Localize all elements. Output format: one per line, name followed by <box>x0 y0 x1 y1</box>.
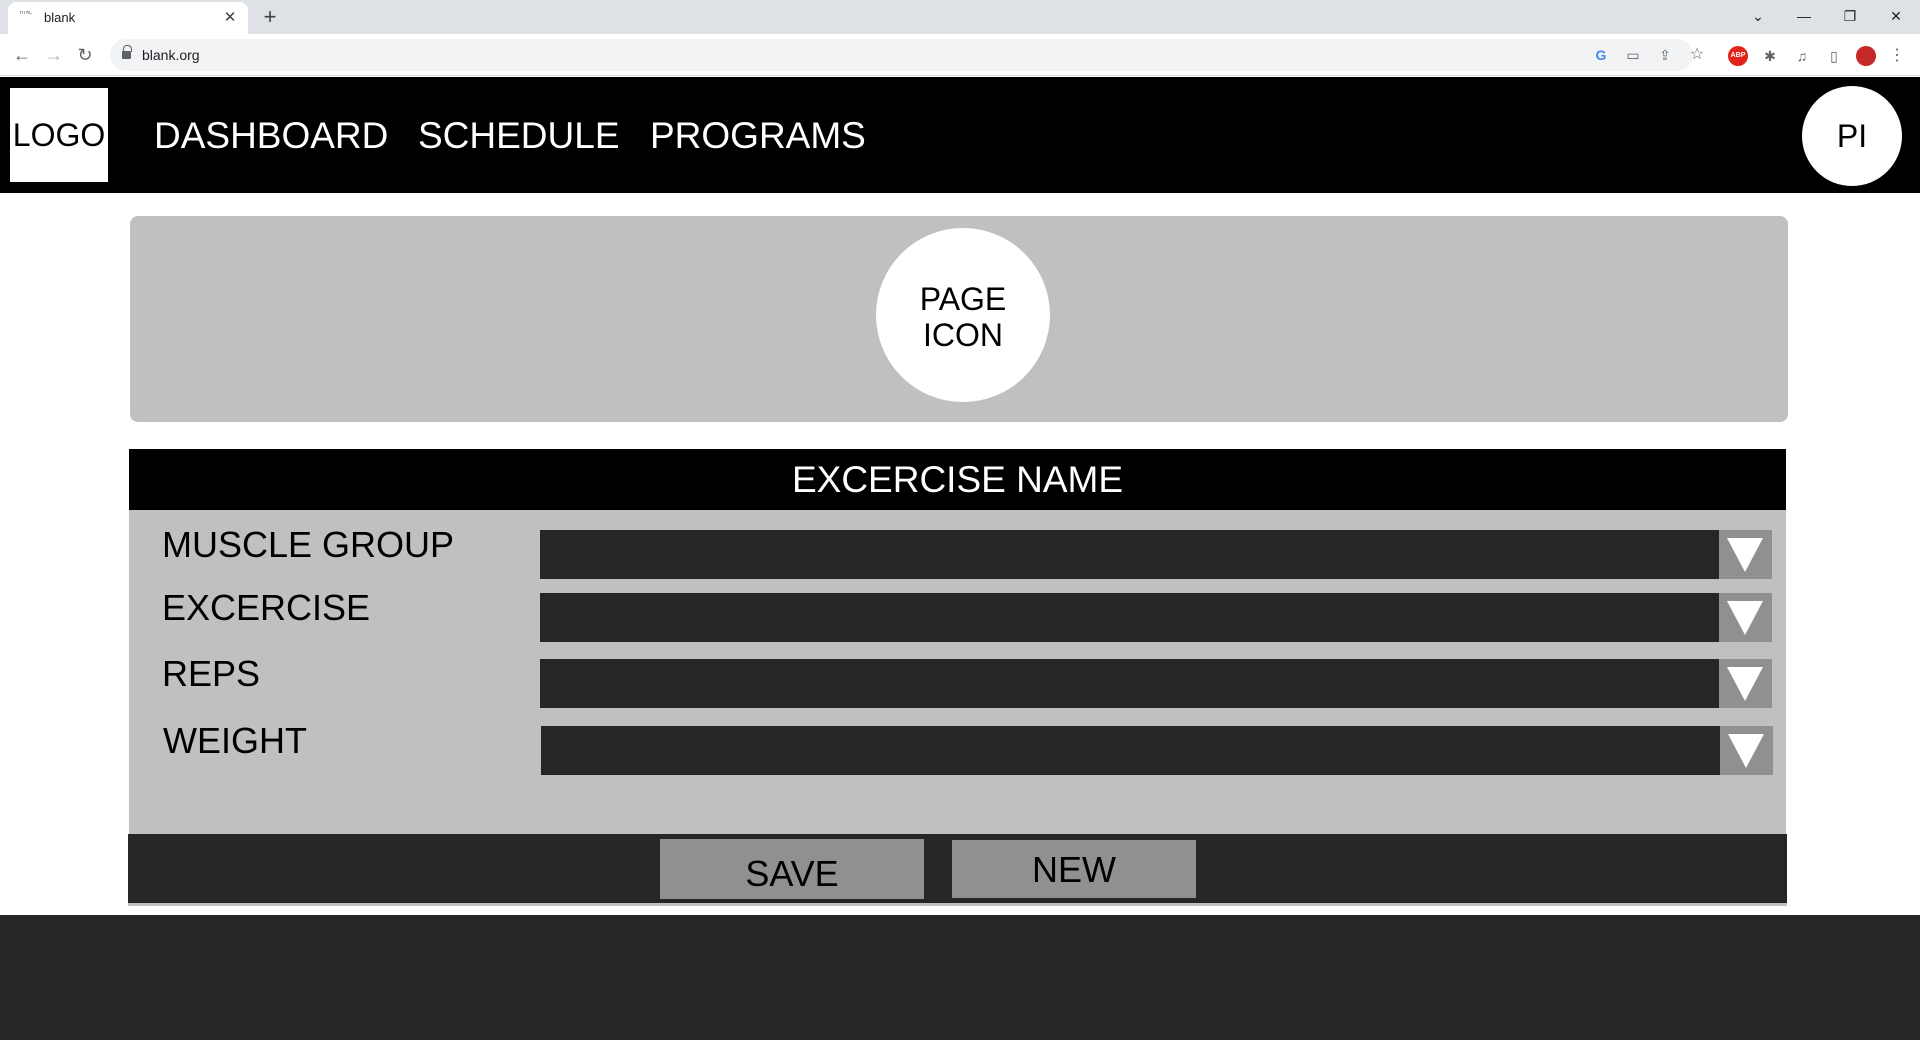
tab-title: blank <box>44 10 76 25</box>
address-url[interactable]: blank.org <box>142 47 200 63</box>
site-header: LOGO DASHBOARD SCHEDULE PROGRAMS PI <box>0 77 1920 193</box>
weight-dropdown-button[interactable] <box>1720 726 1773 775</box>
reload-icon[interactable]: ↻ <box>71 41 99 69</box>
media-control-icon[interactable]: ♫ <box>1792 46 1812 66</box>
reps-dropdown-button[interactable] <box>1719 659 1772 708</box>
nav-schedule[interactable]: SCHEDULE <box>418 115 620 157</box>
bookmark-star-icon[interactable]: ☆ <box>1686 45 1708 65</box>
page-icon-line-1: PAGE <box>919 281 1007 317</box>
window-close-button[interactable]: ✕ <box>1876 3 1916 29</box>
muscle-group-select[interactable] <box>540 530 1772 579</box>
page-icon-line-2: ICON <box>923 317 1003 353</box>
profile-avatar-icon[interactable] <box>1856 46 1876 66</box>
profile-avatar[interactable]: PI <box>1802 86 1902 186</box>
chevron-down-icon <box>1727 601 1763 635</box>
window-minimize-button[interactable]: — <box>1784 3 1824 29</box>
nav-programs[interactable]: PROGRAMS <box>650 115 866 157</box>
page-icon: PAGE ICON <box>876 228 1050 402</box>
exercise-label: EXCERCISE <box>162 587 371 628</box>
extensions-puzzle-icon[interactable]: ✱ <box>1760 46 1780 66</box>
exercise-name-title: EXCERCISE NAME <box>129 449 1786 510</box>
form-actions-bar: SAVE NEW <box>128 834 1787 906</box>
weight-select[interactable] <box>541 726 1773 775</box>
window-restore-button[interactable]: ❐ <box>1830 3 1870 29</box>
adblock-icon[interactable]: ABP <box>1728 46 1748 66</box>
browser-tab[interactable]: HTML blank ✕ <box>8 2 248 34</box>
tab-search-icon[interactable]: ⌄ <box>1738 3 1778 29</box>
exercise-select[interactable] <box>540 593 1772 642</box>
chevron-down-icon <box>1727 667 1763 701</box>
page-hero: PAGE ICON <box>130 216 1788 422</box>
new-button[interactable]: NEW <box>952 840 1196 898</box>
nav-dashboard[interactable]: DASHBOARD <box>154 115 388 157</box>
reps-select[interactable] <box>540 659 1772 708</box>
browser-toolbar: ← → ↻ blank.org G ▭ ⇪ ☆ ABP ✱ ♫ ▯ ⋮ <box>0 34 1920 76</box>
muscle-group-dropdown-button[interactable] <box>1719 530 1772 579</box>
browser-tabstrip: HTML blank ✕ + ⌄ — ❐ ✕ <box>0 0 1920 34</box>
muscle-group-label: MUSCLE GROUP <box>162 524 455 565</box>
chevron-down-icon <box>1727 538 1763 572</box>
exercise-form: EXCERCISE NAME MUSCLE GROUP EXCERCISE RE… <box>129 449 1786 839</box>
page-content: LOGO DASHBOARD SCHEDULE PROGRAMS PI PAGE… <box>0 76 1920 915</box>
forward-arrow-icon[interactable]: → <box>40 41 68 69</box>
tab-view-icon[interactable]: ▭ <box>1622 45 1644 65</box>
side-panel-icon[interactable]: ▯ <box>1824 46 1844 66</box>
tab-close-icon[interactable]: ✕ <box>220 8 240 28</box>
lock-icon[interactable] <box>122 45 132 60</box>
save-button[interactable]: SAVE <box>660 839 924 899</box>
chevron-down-icon <box>1728 734 1764 768</box>
address-bar[interactable]: blank.org G ▭ ⇪ ☆ <box>110 39 1704 71</box>
browser-menu-icon[interactable]: ⋮ <box>1887 46 1907 66</box>
exercise-dropdown-button[interactable] <box>1719 593 1772 642</box>
site-logo[interactable]: LOGO <box>10 88 108 182</box>
back-arrow-icon[interactable]: ← <box>8 41 36 69</box>
page-favicon-icon: HTML <box>20 11 33 16</box>
reps-label: REPS <box>162 653 261 694</box>
new-tab-button[interactable]: + <box>258 5 282 29</box>
google-icon[interactable]: G <box>1590 45 1612 65</box>
weight-label: WEIGHT <box>163 720 307 761</box>
share-icon[interactable]: ⇪ <box>1654 45 1676 65</box>
